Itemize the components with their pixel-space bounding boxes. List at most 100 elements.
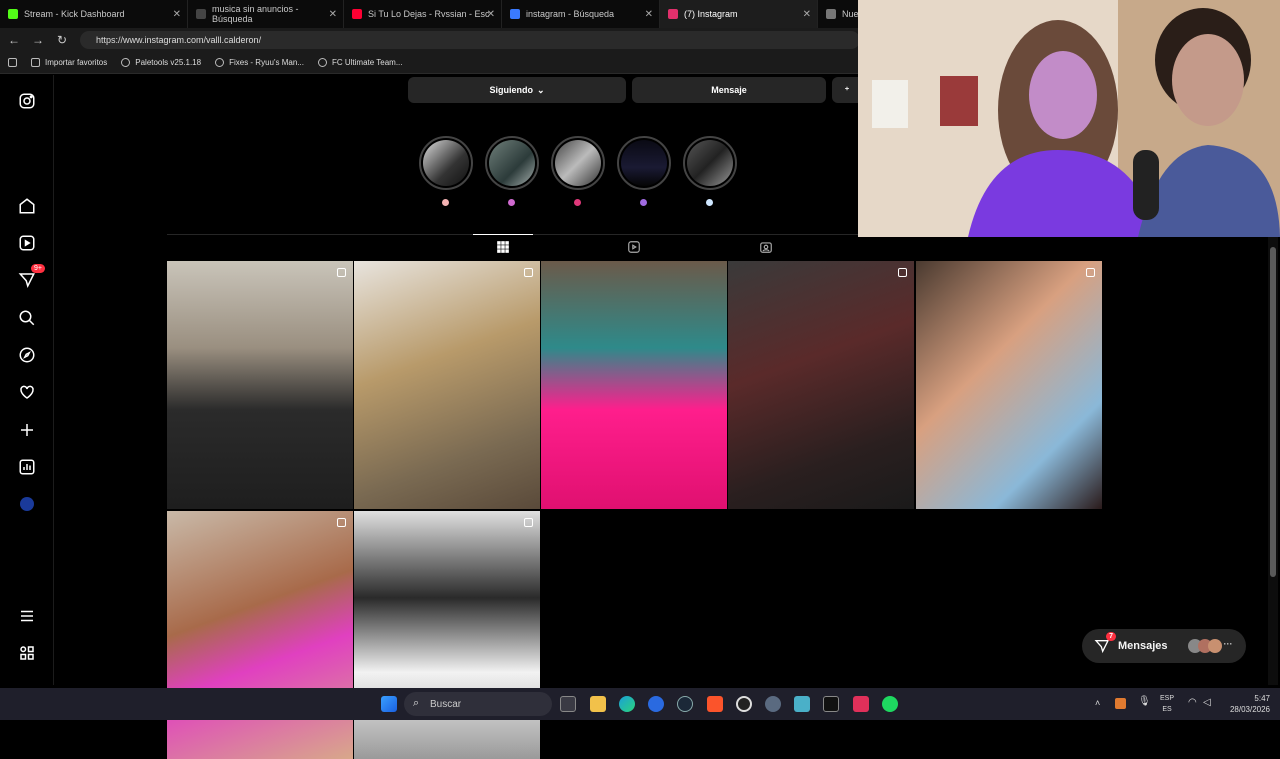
tab-label: (7) Instagram [684,9,738,19]
bookmark-fc-ultimate[interactable]: FC Ultimate Team... [317,58,403,67]
language-indicator[interactable]: ESP ES [1160,693,1174,715]
instagram-logo-icon[interactable] [17,91,37,111]
tab-label: Nue [842,9,859,19]
bookmark-label: Fixes - Ryuu's Man... [229,58,304,67]
highlight-item[interactable] [682,136,737,206]
post-thumbnail[interactable] [541,261,727,509]
globe-icon [121,58,131,67]
reels-icon [628,241,640,253]
following-button[interactable]: Siguiendo ⌄ [408,77,626,103]
menu-icon[interactable] [17,606,37,626]
post-thumbnail[interactable] [354,511,540,759]
microphone-icon[interactable]: 🎙 [1138,696,1151,707]
tab-search-music[interactable]: musica sin anuncios - Búsqueda ✕ [188,0,344,28]
youtube-icon [352,9,362,19]
highlight-emoji-icon [574,199,581,206]
highlight-emoji-icon [442,199,449,206]
tab-instagram-search[interactable]: instagram - Búsqueda ✕ [502,0,660,28]
post-thumbnail[interactable] [728,261,914,509]
tab-youtube[interactable]: Si Tu Lo Dejas - Rvssian - Esc ✕ [344,0,502,28]
posts-grid [167,261,1102,759]
brave-browser-icon[interactable] [707,696,723,712]
apps-grid-icon[interactable] [17,643,37,663]
edge-browser-icon[interactable] [619,696,635,712]
story-highlights [418,136,737,206]
bookmark-import[interactable]: Importar favoritos [31,58,107,67]
windows-taskbar: ⌕ Buscar ˄ 🎙 ESP ES ◠ ◁ 5:47 28/03/2026 [0,688,1280,720]
windows-start-icon[interactable] [381,696,397,712]
forward-icon[interactable]: → [26,33,50,47]
bookmark-fixes[interactable]: Fixes - Ryuu's Man... [215,58,304,67]
create-plus-icon[interactable] [17,420,37,440]
explore-icon[interactable] [17,345,37,365]
file-explorer-icon[interactable] [590,696,606,712]
post-thumbnail[interactable] [167,511,353,759]
chevron-up-icon[interactable]: ˄ [1095,698,1100,708]
search-icon[interactable] [17,308,37,328]
highlight-item[interactable] [616,136,671,206]
tab-label: Si Tu Lo Dejas - Rvssian - Esc [368,9,490,19]
tab-posts-grid[interactable] [473,234,533,255]
page-icon [826,9,836,19]
search-icon [196,9,206,19]
speaker-icon[interactable]: ◁ [1203,697,1211,708]
messages-button[interactable]: 7 Mensajes ··· [1082,629,1246,663]
steam-icon[interactable] [677,696,693,712]
message-button[interactable]: Mensaje [632,77,826,103]
home-icon[interactable] [17,196,37,216]
highlight-item[interactable] [484,136,539,206]
close-icon[interactable]: ✕ [645,9,653,20]
address-bar[interactable]: https://www.instagram.com/valll.calderon… [80,31,860,49]
close-icon[interactable]: ✕ [487,9,495,20]
bookmark-paletools[interactable]: Paletools v25.1.18 [121,58,201,67]
page-scrollbar[interactable] [1268,237,1278,685]
tab-reels[interactable] [626,239,642,255]
language-code: ESP [1160,695,1175,702]
wifi-icon[interactable]: ◠ [1188,697,1197,708]
close-icon[interactable]: ✕ [173,9,181,20]
spotify-icon[interactable] [882,696,898,712]
post-thumbnail[interactable] [916,261,1102,509]
tiktok-icon[interactable] [853,696,869,712]
highlight-emoji-icon [706,199,713,206]
profile-actions: Siguiendo ⌄ Mensaje ⁺ [408,77,862,103]
post-thumbnail[interactable] [354,261,540,509]
multi-post-icon [337,518,346,527]
bookmark-label: Importar favoritos [45,58,108,67]
tab-instagram[interactable]: (7) Instagram ✕ [660,0,818,28]
tray-app-icon[interactable] [1115,698,1126,709]
profile-content-tabs [167,234,1102,260]
heart-icon[interactable] [17,382,37,402]
highlight-thumbnail [484,136,539,190]
sidebar-toggle-icon[interactable] [8,58,17,67]
globe-icon [317,58,327,67]
close-icon[interactable]: ✕ [803,9,811,20]
chevron-down-icon: ⌄ [536,84,545,95]
highlight-thumbnail [616,136,671,190]
terminal-icon[interactable] [823,696,839,712]
taskbar-search[interactable]: ⌕ Buscar [404,692,552,716]
direct-messages-icon[interactable]: 9+ [17,264,45,290]
following-label: Siguiendo [489,85,533,95]
settings-gear-icon[interactable] [765,696,781,712]
insights-icon[interactable] [17,457,37,477]
avatar [1207,639,1222,653]
app-window-icon[interactable] [794,696,810,712]
highlight-thumbnail [418,136,473,190]
close-icon[interactable]: ✕ [329,9,337,20]
obs-studio-icon[interactable] [736,696,752,712]
recent-avatars: ··· [1187,639,1233,653]
task-view-icon[interactable] [560,696,576,712]
tab-kick[interactable]: Stream - Kick Dashboard ✕ [0,0,188,28]
reels-icon[interactable] [17,233,37,253]
clock[interactable]: 5:47 28/03/2026 [1230,693,1270,715]
ea-app-icon[interactable] [648,696,664,712]
scrollbar-thumb[interactable] [1270,247,1276,577]
tab-tagged[interactable] [758,239,774,255]
reload-icon[interactable]: ↻ [50,33,74,47]
back-icon[interactable]: ← [2,33,26,47]
post-thumbnail[interactable] [167,261,353,509]
highlight-item[interactable] [550,136,605,206]
highlight-item[interactable] [418,136,473,206]
profile-avatar-icon[interactable] [17,494,37,514]
